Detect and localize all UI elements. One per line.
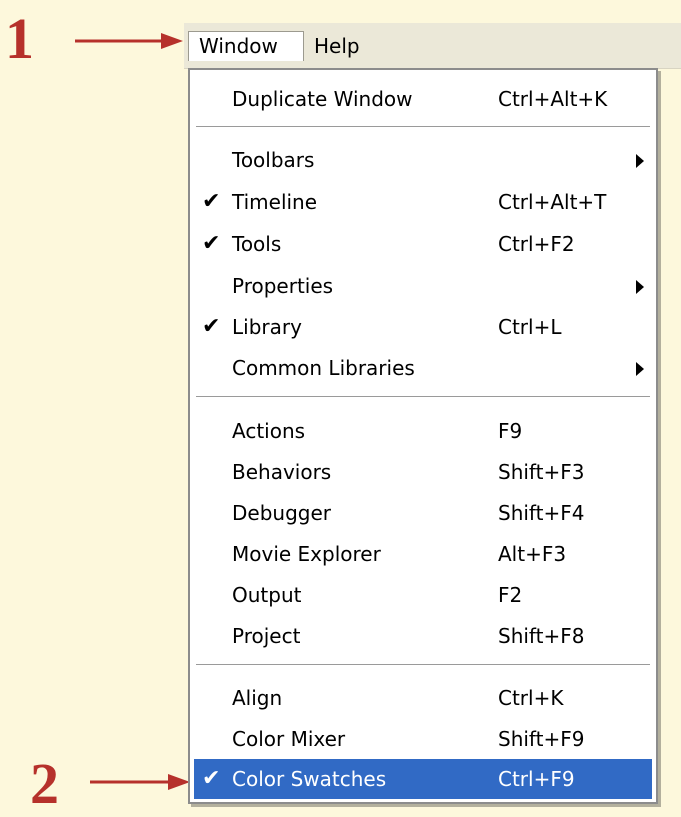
menu-bar: Window Help [184, 23, 681, 69]
arrow-right-icon [90, 774, 190, 790]
menu-item-label: Align [232, 686, 283, 710]
menu-item-tools[interactable]: ✔ Tools Ctrl+F2 [194, 224, 652, 264]
menu-item-output[interactable]: Output F2 [194, 575, 652, 615]
menu-item-label: Movie Explorer [232, 542, 381, 566]
menu-item-movie-explorer[interactable]: Movie Explorer Alt+F3 [194, 534, 652, 574]
menu-item-label: Debugger [232, 501, 331, 525]
menu-item-label: Behaviors [232, 460, 332, 484]
menu-item-align[interactable]: Align Ctrl+K [194, 678, 652, 718]
checkmark-icon: ✔ [202, 189, 221, 214]
menu-item-timeline[interactable]: ✔ Timeline Ctrl+Alt+T [194, 182, 652, 222]
menu-window[interactable]: Window [188, 31, 304, 61]
menu-item-label: Actions [232, 419, 306, 443]
checkmark-icon: ✔ [202, 314, 221, 339]
menu-item-shortcut: F2 [498, 583, 523, 607]
menu-item-common-libraries[interactable]: Common Libraries [194, 348, 652, 388]
menu-separator [196, 126, 650, 128]
menu-separator [196, 664, 650, 666]
menu-item-shortcut: Ctrl+K [498, 686, 564, 710]
menu-item-behaviors[interactable]: Behaviors Shift+F3 [194, 452, 652, 492]
arrow-right-icon [75, 33, 183, 49]
menu-item-shortcut: Ctrl+Alt+T [498, 190, 607, 214]
menu-item-toolbars[interactable]: Toolbars [194, 140, 652, 180]
menu-item-label: Project [232, 624, 301, 648]
menu-window-label: Window [199, 34, 278, 58]
menu-item-shortcut: Ctrl+F2 [498, 232, 575, 256]
menu-item-label: Timeline [232, 190, 318, 214]
menu-item-project[interactable]: Project Shift+F8 [194, 616, 652, 656]
menu-separator [196, 396, 650, 398]
menu-item-label: Color Mixer [232, 727, 346, 751]
menu-item-debugger[interactable]: Debugger Shift+F4 [194, 493, 652, 533]
menu-item-shortcut: Shift+F8 [498, 624, 585, 648]
menu-item-label: Common Libraries [232, 356, 415, 380]
step-1-number: 1 [5, 6, 34, 71]
menu-item-label: Tools [232, 232, 282, 256]
menu-item-library[interactable]: ✔ Library Ctrl+L [194, 307, 652, 347]
menu-item-color-swatches[interactable]: ✔ Color Swatches Ctrl+F9 [194, 759, 652, 799]
submenu-arrow-icon [636, 154, 644, 168]
menu-item-shortcut: Alt+F3 [498, 542, 567, 566]
step-2-number: 2 [30, 751, 59, 816]
menu-help-label: Help [314, 34, 360, 58]
menu-item-label: Duplicate Window [232, 87, 413, 111]
menu-item-shortcut: Shift+F9 [498, 727, 585, 751]
menu-help[interactable]: Help [304, 31, 372, 61]
menu-item-label: Output [232, 583, 302, 607]
menu-item-shortcut: Ctrl+Alt+K [498, 87, 608, 111]
menu-item-duplicate-window[interactable]: Duplicate Window Ctrl+Alt+K [194, 79, 652, 119]
menu-item-properties[interactable]: Properties [194, 266, 652, 306]
submenu-arrow-icon [636, 280, 644, 294]
menu-item-label: Color Swatches [232, 767, 387, 791]
menu-item-actions[interactable]: Actions F9 [194, 411, 652, 451]
menu-item-label: Properties [232, 274, 334, 298]
menu-item-shortcut: Ctrl+L [498, 315, 562, 339]
checkmark-icon: ✔ [202, 231, 221, 256]
menu-item-shortcut: Ctrl+F9 [498, 767, 575, 791]
menu-item-shortcut: Shift+F4 [498, 501, 585, 525]
menu-item-shortcut: Shift+F3 [498, 460, 585, 484]
menu-item-label: Library [232, 315, 302, 339]
submenu-arrow-icon [636, 362, 644, 376]
menu-item-label: Toolbars [232, 148, 315, 172]
window-dropdown-menu: Duplicate Window Ctrl+Alt+K Toolbars ✔ T… [188, 68, 658, 804]
checkmark-icon: ✔ [202, 766, 221, 791]
menu-item-shortcut: F9 [498, 419, 523, 443]
menu-item-color-mixer[interactable]: Color Mixer Shift+F9 [194, 719, 652, 759]
